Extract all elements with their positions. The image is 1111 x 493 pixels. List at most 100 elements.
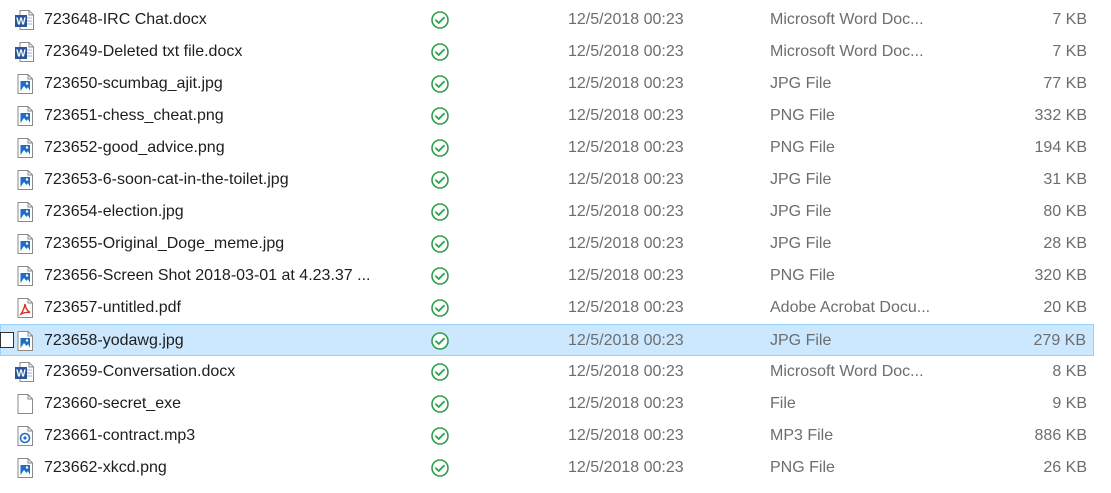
file-size: 886 KB <box>1034 427 1087 444</box>
date-modified: 12/5/2018 00:23 <box>568 267 684 284</box>
file-name[interactable]: 723652-good_advice.png <box>44 132 414 164</box>
file-row[interactable]: 723657-untitled.pdf 12/5/2018 00:23 Adob… <box>0 292 1111 324</box>
file-name[interactable]: 723654-election.jpg <box>44 196 414 228</box>
image-file-icon <box>14 265 36 287</box>
file-name[interactable]: 723650-scumbag_ajit.jpg <box>44 68 414 100</box>
date-modified: 12/5/2018 00:23 <box>568 43 684 60</box>
synced-check-icon <box>429 425 451 447</box>
image-file-icon <box>14 330 36 352</box>
file-size: 8 KB <box>1052 363 1087 380</box>
file-type: PNG File <box>770 267 835 284</box>
file-size: 80 KB <box>1043 203 1087 220</box>
file-size: 26 KB <box>1043 459 1087 476</box>
svg-text:W: W <box>16 49 26 60</box>
file-type: Microsoft Word Doc... <box>770 11 924 28</box>
file-row[interactable]: 723655-Original_Doge_meme.jpg 12/5/2018 … <box>0 228 1111 260</box>
date-modified: 12/5/2018 00:23 <box>568 107 684 124</box>
synced-check-icon <box>429 169 451 191</box>
pdf-file-icon <box>14 297 36 319</box>
date-modified: 12/5/2018 00:23 <box>568 139 684 156</box>
file-row-selected[interactable]: 723658-yodawg.jpg 12/5/2018 00:23 JPG Fi… <box>0 324 1094 356</box>
audio-file-icon <box>14 425 36 447</box>
file-name[interactable]: 723662-xkcd.png <box>44 452 414 484</box>
file-row[interactable]: 723653-6-soon-cat-in-the-toilet.jpg 12/5… <box>0 164 1111 196</box>
file-name[interactable]: 723658-yodawg.jpg <box>44 325 414 357</box>
synced-check-icon <box>429 393 451 415</box>
synced-check-icon <box>429 201 451 223</box>
date-modified: 12/5/2018 00:23 <box>568 235 684 252</box>
synced-check-icon <box>429 297 451 319</box>
file-name[interactable]: 723659-Conversation.docx <box>44 356 414 388</box>
file-size: 320 KB <box>1034 267 1087 284</box>
file-row[interactable]: W 723649-Deleted txt file.docx 12/5/2018… <box>0 36 1111 68</box>
file-name[interactable]: 723649-Deleted txt file.docx <box>44 36 414 68</box>
word-doc-icon: W <box>14 9 36 31</box>
blank-file-icon <box>14 393 36 415</box>
file-type: PNG File <box>770 459 835 476</box>
synced-check-icon <box>429 330 451 352</box>
file-name[interactable]: 723661-contract.mp3 <box>44 420 414 452</box>
synced-check-icon <box>429 105 451 127</box>
file-row[interactable]: 723656-Screen Shot 2018-03-01 at 4.23.37… <box>0 260 1111 292</box>
row-select-checkbox[interactable] <box>0 332 14 348</box>
image-file-icon <box>14 137 36 159</box>
date-modified: 12/5/2018 00:23 <box>568 363 684 380</box>
file-name[interactable]: 723648-IRC Chat.docx <box>44 4 414 36</box>
file-type: PNG File <box>770 139 835 156</box>
file-name[interactable]: 723657-untitled.pdf <box>44 292 414 324</box>
file-type: File <box>770 395 796 412</box>
date-modified: 12/5/2018 00:23 <box>568 171 684 188</box>
file-name[interactable]: 723660-secret_exe <box>44 388 414 420</box>
file-row[interactable]: 723654-election.jpg 12/5/2018 00:23 JPG … <box>0 196 1111 228</box>
file-type: PNG File <box>770 107 835 124</box>
synced-check-icon <box>429 265 451 287</box>
file-row[interactable]: 723652-good_advice.png 12/5/2018 00:23 P… <box>0 132 1111 164</box>
file-name[interactable]: 723651-chess_cheat.png <box>44 100 414 132</box>
synced-check-icon <box>429 137 451 159</box>
file-name[interactable]: 723656-Screen Shot 2018-03-01 at 4.23.37… <box>44 260 414 292</box>
file-name[interactable]: 723653-6-soon-cat-in-the-toilet.jpg <box>44 164 414 196</box>
synced-check-icon <box>429 457 451 479</box>
file-row[interactable]: 723662-xkcd.png 12/5/2018 00:23 PNG File… <box>0 452 1111 484</box>
date-modified: 12/5/2018 00:23 <box>568 332 684 349</box>
file-size: 332 KB <box>1034 107 1087 124</box>
date-modified: 12/5/2018 00:23 <box>568 203 684 220</box>
file-type: MP3 File <box>770 427 834 444</box>
file-row[interactable]: 723660-secret_exe 12/5/2018 00:23 File 9… <box>0 388 1111 420</box>
file-size: 279 KB <box>1033 332 1086 349</box>
date-modified: 12/5/2018 00:23 <box>568 11 684 28</box>
word-doc-icon: W <box>14 361 36 383</box>
date-modified: 12/5/2018 00:23 <box>568 459 684 476</box>
file-row[interactable]: W 723648-IRC Chat.docx 12/5/2018 00:23 M… <box>0 4 1111 36</box>
image-file-icon <box>14 169 36 191</box>
file-size: 31 KB <box>1043 171 1087 188</box>
file-row[interactable]: 723650-scumbag_ajit.jpg 12/5/2018 00:23 … <box>0 68 1111 100</box>
date-modified: 12/5/2018 00:23 <box>568 75 684 92</box>
synced-check-icon <box>429 73 451 95</box>
file-row[interactable]: W 723659-Conversation.docx 12/5/2018 00:… <box>0 356 1111 388</box>
synced-check-icon <box>429 361 451 383</box>
image-file-icon <box>14 105 36 127</box>
file-size: 77 KB <box>1043 75 1087 92</box>
file-row[interactable]: 723661-contract.mp3 12/5/2018 00:23 MP3 … <box>0 420 1111 452</box>
file-list: W 723648-IRC Chat.docx 12/5/2018 00:23 M… <box>0 4 1111 484</box>
svg-text:W: W <box>16 17 26 28</box>
file-name[interactable]: 723655-Original_Doge_meme.jpg <box>44 228 414 260</box>
file-row[interactable]: 723651-chess_cheat.png 12/5/2018 00:23 P… <box>0 100 1111 132</box>
file-size: 28 KB <box>1043 235 1087 252</box>
svg-text:W: W <box>16 369 26 380</box>
synced-check-icon <box>429 233 451 255</box>
image-file-icon <box>14 233 36 255</box>
file-type: JPG File <box>770 203 832 220</box>
synced-check-icon <box>429 9 451 31</box>
word-doc-icon: W <box>14 41 36 63</box>
image-file-icon <box>14 201 36 223</box>
date-modified: 12/5/2018 00:23 <box>568 427 684 444</box>
file-size: 7 KB <box>1052 11 1087 28</box>
image-file-icon <box>14 457 36 479</box>
date-modified: 12/5/2018 00:23 <box>568 395 684 412</box>
file-type: Microsoft Word Doc... <box>770 43 924 60</box>
file-size: 194 KB <box>1034 139 1087 156</box>
file-size: 20 KB <box>1043 299 1087 316</box>
file-size: 7 KB <box>1052 43 1087 60</box>
